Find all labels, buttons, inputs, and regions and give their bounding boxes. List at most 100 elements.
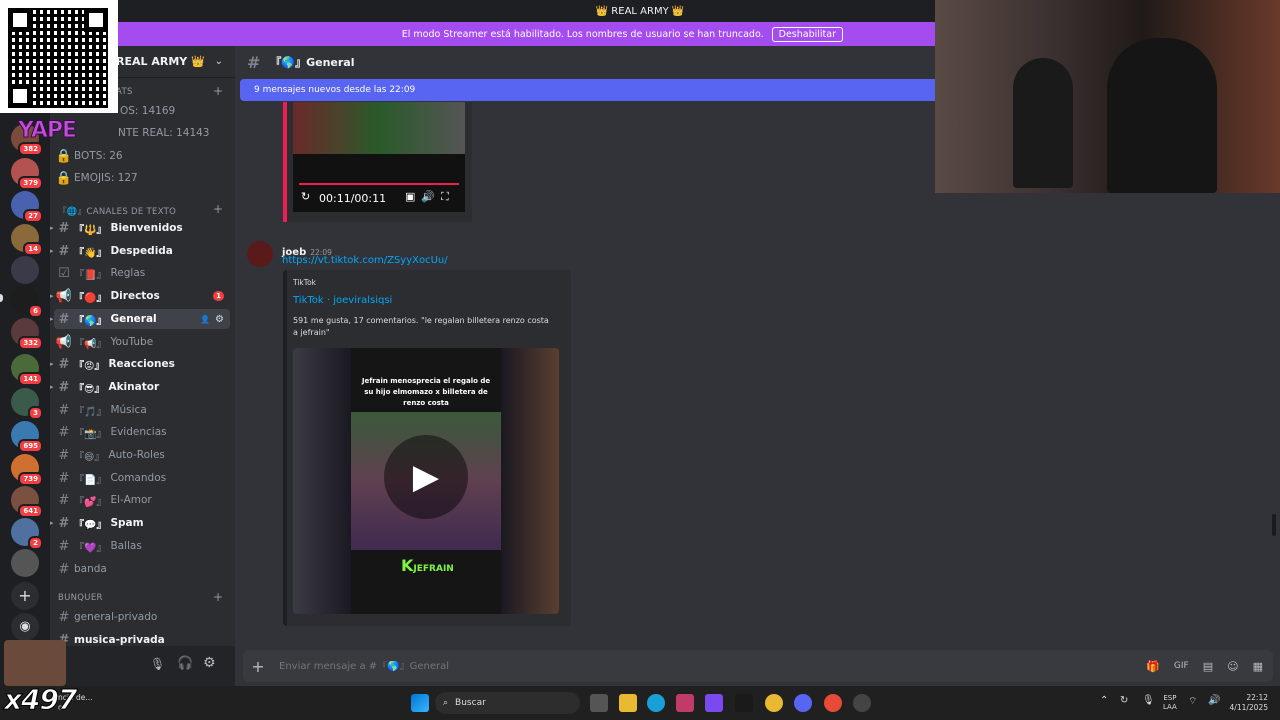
- add-channel-icon[interactable]: +: [213, 590, 223, 604]
- disable-streamer-mode-button[interactable]: Deshabilitar: [771, 26, 843, 42]
- task-view-icon[interactable]: [590, 694, 608, 712]
- server-icon-11[interactable]: 739: [11, 454, 43, 486]
- invite-icon[interactable]: 👤: [200, 315, 210, 324]
- channel-spam[interactable]: ▸ # 『💬』 Spam: [50, 513, 230, 533]
- server-icon-10[interactable]: 695: [11, 421, 43, 453]
- channel-label: Auto-Roles: [108, 449, 165, 461]
- video-thumbnail: [293, 102, 465, 154]
- channel-ballas[interactable]: # 『💜』 Ballas: [54, 536, 230, 556]
- chevron-down-icon[interactable]: ⌄: [215, 56, 223, 67]
- new-messages-bar[interactable]: 9 mensajes nuevos desde las 22:09: [240, 79, 935, 101]
- qr-finder: [8, 8, 32, 32]
- server-icon-13[interactable]: 2: [11, 518, 43, 550]
- channel-general-privado[interactable]: # general-privado: [54, 607, 230, 627]
- channel-label: Música: [110, 404, 147, 416]
- text-channels-category[interactable]: 『🌐』CANALES DE TEXTO: [58, 205, 176, 217]
- channel-emoji: 『😡』: [74, 360, 105, 372]
- avatar[interactable]: [247, 241, 273, 267]
- channel-reacciones[interactable]: ▸ # 『😡』 Reacciones: [50, 354, 230, 374]
- channel-directos[interactable]: ▸ 📢 『🔴』 Directos 1: [50, 286, 230, 306]
- server-icon-2[interactable]: 379: [11, 158, 43, 190]
- embed-title[interactable]: TikTok · joeviralsiqsi: [293, 295, 392, 306]
- channel-música[interactable]: # 『🎵』 Música: [54, 400, 230, 420]
- server-icon-8[interactable]: 141: [11, 354, 43, 386]
- volume-tray-icon[interactable]: 🔊: [1208, 695, 1220, 706]
- volume-icon[interactable]: 🔊: [421, 190, 435, 203]
- channel-despedida[interactable]: ▸ # 『👋』 Despedida: [50, 241, 230, 261]
- add-channel-icon[interactable]: +: [213, 202, 223, 216]
- message-input[interactable]: [279, 660, 1147, 672]
- channel-label: General: [110, 313, 157, 325]
- obs-icon[interactable]: [853, 694, 871, 712]
- taskbar-search[interactable]: ⌕ Buscar: [435, 692, 580, 714]
- clock[interactable]: 22:12 4/11/2025: [1228, 693, 1268, 713]
- headphones-icon[interactable]: 🎧: [177, 656, 193, 671]
- tray-chevron-icon[interactable]: ⌃: [1100, 695, 1108, 706]
- captions-icon[interactable]: ▣: [405, 190, 415, 203]
- hashtag-icon: #: [247, 52, 261, 72]
- replay-icon[interactable]: ↻: [301, 190, 310, 203]
- copilot-icon[interactable]: [705, 694, 723, 712]
- server-icon-12[interactable]: 641: [11, 486, 43, 518]
- channel-musica-privada[interactable]: # musica-privada: [54, 630, 230, 647]
- add-channel-icon[interactable]: +: [213, 84, 223, 98]
- message-link[interactable]: https://vt.tiktok.com/ZSyyXocUu/: [282, 255, 448, 266]
- channel-evidencias[interactable]: # 『📸』 Evidencias: [54, 422, 230, 442]
- server-icon-5[interactable]: [11, 256, 39, 284]
- mention-badge: 1: [213, 291, 224, 301]
- emoji-icon[interactable]: ☺: [1227, 660, 1238, 673]
- server-icon-14[interactable]: [11, 549, 39, 577]
- server-icon-4[interactable]: 14: [11, 224, 43, 256]
- channel-emoji: 『🎵』: [74, 406, 107, 418]
- add-attachment-icon[interactable]: +: [243, 657, 273, 676]
- unread-arrow-icon: ▸: [50, 247, 54, 255]
- network-icon[interactable]: ⌔: [1188, 695, 1197, 708]
- game-icon[interactable]: [735, 694, 753, 712]
- edge-icon[interactable]: [647, 694, 665, 712]
- settings-gear-icon[interactable]: ⚙: [203, 655, 216, 671]
- discord-icon[interactable]: [794, 694, 812, 712]
- channel-akinator[interactable]: ▸ # 『😎』 Akinator: [50, 377, 230, 397]
- channel-youtube[interactable]: 📢 『📢』 YouTube: [54, 332, 230, 352]
- microphone-icon[interactable]: 🎙: [150, 657, 165, 671]
- channel-general[interactable]: ▸ # 『🌎』 General ⚙ 👤: [50, 309, 230, 329]
- language-indicator[interactable]: ESP LAA: [1163, 694, 1177, 712]
- video-progress-bar[interactable]: [299, 183, 459, 185]
- explore-servers-icon[interactable]: ◉: [11, 613, 39, 641]
- gift-icon[interactable]: 🎁: [1146, 660, 1160, 673]
- tiktok-video[interactable]: Jefrain menosprecia el regalo de su hijo…: [293, 348, 559, 614]
- sync-icon[interactable]: ↻: [1120, 695, 1128, 706]
- server-icon-7[interactable]: 332: [11, 318, 43, 350]
- chrome-icon[interactable]: [765, 694, 783, 712]
- fullscreen-icon[interactable]: ⛶: [441, 190, 449, 204]
- apps-icon[interactable]: ▦: [1253, 660, 1263, 673]
- channel-banda[interactable]: # banda: [54, 559, 230, 579]
- channel-reglas[interactable]: ☑ 『📕』 Reglas: [54, 263, 230, 283]
- qr-finder: [84, 8, 108, 32]
- gif-icon[interactable]: GIF: [1174, 661, 1189, 671]
- channel-auto-roles[interactable]: # 『😄』 Auto-Roles: [54, 445, 230, 465]
- app-icon[interactable]: [676, 694, 694, 712]
- channel-label: Spam: [110, 517, 144, 529]
- play-icon[interactable]: ▶: [384, 435, 468, 519]
- server-icon-6[interactable]: 6: [11, 286, 43, 318]
- channel-comandos[interactable]: # 『📄』 Comandos: [54, 468, 230, 488]
- add-server-icon[interactable]: +: [11, 582, 39, 610]
- prev-video-player[interactable]: ↻ 00:11/00:11 ▣ 🔊 ⛶: [293, 102, 465, 212]
- channel-el-amor[interactable]: # 『💕』 El-Amor: [54, 490, 230, 510]
- server-icon-3[interactable]: 27: [11, 191, 43, 223]
- channel-bienvenidos[interactable]: ▸ # 『🔱』 Bienvenidos: [50, 218, 230, 238]
- sticker-icon[interactable]: ▤: [1203, 660, 1213, 673]
- server-icon-9[interactable]: 3: [11, 388, 43, 420]
- file-explorer-icon[interactable]: [619, 694, 637, 712]
- bunker-category[interactable]: BUNQUER: [58, 593, 103, 603]
- tiktok-embed: TikTok TikTok · joeviralsiqsi 591 me gus…: [283, 270, 571, 626]
- channel-emoji: 『📸』: [74, 428, 107, 440]
- channel-sidebar: REAL ARMY 👑 ⌄ ATS + OS: 14169 NTE REAL: …: [50, 46, 235, 646]
- microphone-tray-icon[interactable]: 🎙: [1142, 695, 1155, 706]
- chrome-profile-icon[interactable]: [824, 694, 842, 712]
- scrollbar-thumb[interactable]: [1272, 514, 1276, 536]
- channel-settings-icon[interactable]: ⚙: [215, 314, 224, 325]
- windows-start-icon[interactable]: [411, 694, 429, 712]
- stats-category[interactable]: ATS: [116, 87, 133, 97]
